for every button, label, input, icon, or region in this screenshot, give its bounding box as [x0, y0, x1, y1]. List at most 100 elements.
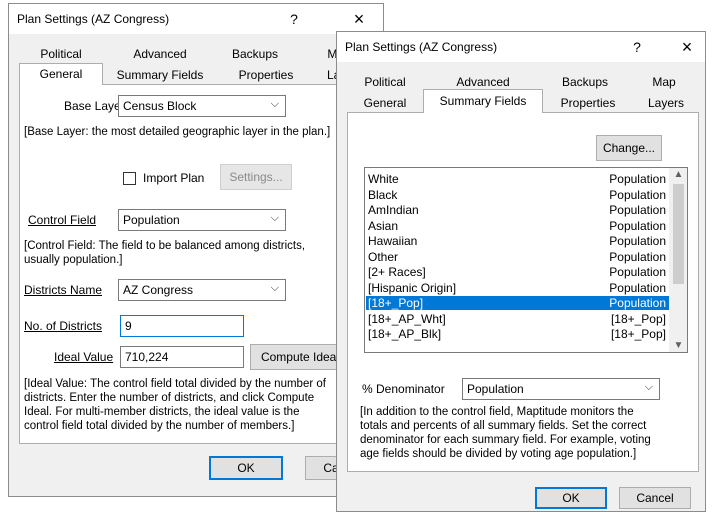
- control-note-line1: [Control Field: The field to be balanced…: [24, 240, 306, 252]
- tab-summary-fields[interactable]: Summary Fields: [423, 89, 543, 113]
- close-button[interactable]: ×: [672, 37, 702, 57]
- general-tab-panel: Base Layer Census Block ⌵ [Base Layer: t…: [19, 84, 383, 444]
- list-item[interactable]: White Population: [366, 172, 670, 186]
- list-item[interactable]: Hawaiian Population: [366, 234, 670, 248]
- field-denominator: [18+_Pop]: [610, 327, 666, 341]
- denominator-dropdown[interactable]: Population ⌵: [462, 378, 660, 400]
- ideal-note-line3: Ideal. For multi-member districts, the i…: [24, 406, 300, 418]
- summary-fields-tab-panel: Change... White Population Black Population…: [347, 112, 699, 472]
- ok-button[interactable]: OK: [535, 487, 607, 509]
- list-item[interactable]: [18+_AP_Wht] [18+_Pop]: [366, 312, 670, 326]
- field-denominator: Population: [609, 187, 666, 202]
- list-item[interactable]: AmIndian Population: [366, 203, 670, 217]
- chevron-down-icon: ⌵: [270, 282, 279, 294]
- field-denominator: Population: [609, 218, 666, 233]
- ideal-value-value: 710,224: [125, 350, 169, 364]
- import-plan-label: Import Plan: [143, 171, 205, 185]
- note-line4: age fields should be divided by voting a…: [360, 448, 637, 460]
- dialog-title: Plan Settings (AZ Congress): [345, 40, 498, 54]
- plan-settings-dialog-back: Plan Settings (AZ Congress) ? × Politica…: [8, 3, 384, 497]
- tab-properties[interactable]: Properties: [221, 65, 311, 85]
- settings-button[interactable]: Settings...: [220, 164, 292, 190]
- scroll-up-icon[interactable]: ▲: [670, 169, 687, 180]
- tab-backups[interactable]: Backups: [219, 44, 291, 64]
- change-button[interactable]: Change...: [596, 135, 662, 161]
- scroll-thumb[interactable]: [673, 184, 684, 284]
- field-name: [18+_AP_Wht]: [368, 311, 446, 326]
- field-denominator: Population: [609, 172, 666, 186]
- tab-general[interactable]: General: [19, 63, 103, 85]
- tab-layers[interactable]: Layers: [633, 93, 699, 113]
- base-layer-dropdown[interactable]: Census Block ⌵: [118, 95, 286, 117]
- field-denominator: Population: [609, 203, 666, 217]
- compute-ideal-button[interactable]: Compute Ideal: [250, 344, 350, 370]
- field-name: Black: [368, 187, 398, 202]
- base-layer-note: [Base Layer: the most detailed geographi…: [24, 126, 331, 138]
- chevron-down-icon: ⌵: [270, 212, 279, 224]
- field-denominator: Population: [609, 280, 666, 295]
- field-name: [18+_AP_Blk]: [368, 327, 442, 341]
- ideal-value-field[interactable]: 710,224: [120, 346, 244, 368]
- summary-fields-list[interactable]: White Population Black Population AmIndian Po…: [364, 167, 688, 353]
- denominator-label: % Denominator: [362, 382, 445, 396]
- no-districts-field[interactable]: 9: [120, 315, 244, 337]
- no-districts-label: No. of Districts: [24, 319, 103, 333]
- plan-settings-dialog-front: Plan Settings (AZ Congress) ? × Politica…: [336, 31, 706, 512]
- tab-map[interactable]: Map: [629, 72, 699, 92]
- ok-button[interactable]: OK: [209, 456, 283, 480]
- help-button[interactable]: ?: [622, 37, 652, 57]
- tab-summary-fields[interactable]: Summary Fields: [107, 65, 213, 85]
- chevron-down-icon: ⌵: [644, 381, 653, 393]
- list-item[interactable]: Asian Population: [366, 219, 670, 233]
- note-line1: [In addition to the control field, Mapti…: [360, 406, 634, 418]
- field-denominator: Population: [609, 296, 666, 310]
- districts-name-label: Districts Name: [24, 283, 103, 297]
- close-button[interactable]: ×: [344, 9, 374, 29]
- tab-properties[interactable]: Properties: [547, 93, 629, 113]
- list-item[interactable]: [18+_Pop] Population: [366, 296, 670, 310]
- help-button[interactable]: ?: [279, 9, 309, 29]
- field-denominator: Population: [609, 234, 666, 248]
- field-denominator: Population: [609, 249, 666, 264]
- dialog-title: Plan Settings (AZ Congress): [17, 12, 170, 26]
- tab-general[interactable]: General: [347, 93, 423, 113]
- import-plan-checkbox[interactable]: [123, 172, 136, 185]
- cancel-button[interactable]: Cancel: [619, 487, 691, 509]
- ideal-note-line4: control field total divided by the numbe…: [24, 420, 295, 432]
- field-name: Asian: [368, 218, 399, 233]
- list-item[interactable]: [18+_AP_Blk] [18+_Pop]: [366, 327, 670, 341]
- control-field-dropdown[interactable]: Population ⌵: [118, 209, 286, 231]
- tab-political[interactable]: Political: [21, 44, 101, 64]
- field-denominator: Population: [609, 265, 666, 279]
- ideal-note-line1: [Ideal Value: The control field total di…: [24, 378, 326, 390]
- base-layer-value: Census Block: [123, 99, 197, 113]
- control-field-label: Control Field: [28, 213, 97, 227]
- field-name: Hawaiian: [368, 234, 418, 248]
- field-denominator: [18+_Pop]: [610, 311, 666, 326]
- title-bar: Plan Settings (AZ Congress) ? ×: [337, 32, 705, 62]
- note-line2: totals and percents of all summary field…: [360, 420, 647, 432]
- field-name: Other: [368, 249, 399, 264]
- control-field-value: Population: [123, 213, 180, 227]
- field-name: AmIndian: [368, 203, 419, 217]
- tab-political[interactable]: Political: [347, 72, 423, 92]
- list-item[interactable]: [2+ Races] Population: [366, 265, 670, 279]
- field-name: [Hispanic Origin]: [368, 280, 457, 295]
- ideal-value-label: Ideal Value: [54, 350, 114, 364]
- note-line3: denominator for each summary field. For …: [360, 434, 651, 446]
- list-item[interactable]: Other Population: [366, 250, 670, 264]
- field-name: [2+ Races]: [368, 265, 426, 279]
- field-name: White: [368, 172, 399, 186]
- control-note-line2: usually population.]: [24, 254, 123, 266]
- districts-name-value: AZ Congress: [123, 283, 194, 297]
- no-districts-value: 9: [125, 319, 132, 333]
- list-scrollbar[interactable]: ▲ ▼: [669, 168, 687, 352]
- tab-advanced[interactable]: Advanced: [105, 44, 215, 64]
- list-item[interactable]: Black Population: [366, 188, 670, 202]
- title-bar: Plan Settings (AZ Congress) ? ×: [9, 4, 383, 34]
- tab-backups[interactable]: Backups: [545, 72, 625, 92]
- field-name: [18+_Pop]: [368, 296, 424, 310]
- scroll-down-icon[interactable]: ▼: [670, 340, 687, 351]
- districts-name-dropdown[interactable]: AZ Congress ⌵: [118, 279, 286, 301]
- list-item[interactable]: [Hispanic Origin] Population: [366, 281, 670, 295]
